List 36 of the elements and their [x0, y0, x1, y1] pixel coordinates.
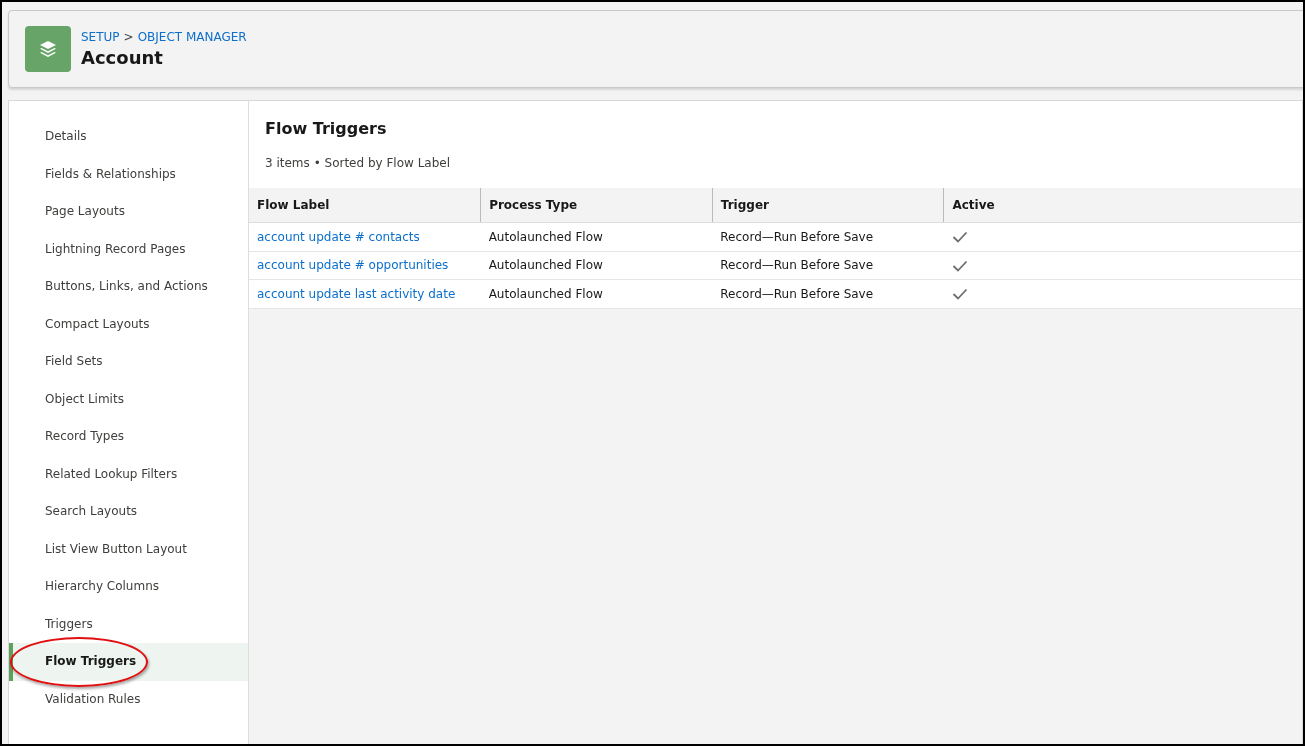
- sidebar-item[interactable]: Details: [9, 118, 248, 156]
- sidebar-item[interactable]: Fields & Relationships: [9, 155, 248, 193]
- sidebar-item[interactable]: Compact Layouts: [9, 305, 248, 343]
- sidebar-item[interactable]: Record Types: [9, 418, 248, 456]
- sidebar-item[interactable]: Object Limits: [9, 380, 248, 418]
- sidebar-item[interactable]: Search Layouts: [9, 493, 248, 531]
- breadcrumb-link[interactable]: OBJECT MANAGER: [137, 28, 247, 47]
- sidebar-item[interactable]: Validation Rules: [9, 680, 248, 718]
- trigger-cell: Record—Run Before Save: [712, 279, 944, 309]
- column-header[interactable]: Process Type: [480, 188, 713, 223]
- sidebar-item[interactable]: Page Layouts: [9, 193, 248, 231]
- sidebar-item[interactable]: List View Button Layout: [9, 530, 248, 568]
- flow-link[interactable]: account update # opportunities: [257, 258, 449, 273]
- sidebar-item[interactable]: Lightning Record Pages: [9, 230, 248, 268]
- trigger-cell: Record—Run Before Save: [712, 251, 944, 280]
- layers-icon: [25, 26, 71, 72]
- section-title: Flow Triggers: [265, 119, 388, 139]
- sidebar-item[interactable]: Flow Triggers: [9, 643, 248, 681]
- breadcrumb-link[interactable]: SETUP: [81, 28, 120, 47]
- sidebar-item[interactable]: Hierarchy Columns: [9, 568, 248, 606]
- process-type-cell: Autolaunched Flow: [480, 222, 713, 252]
- column-header[interactable]: Active: [943, 188, 1302, 223]
- column-header[interactable]: Trigger: [712, 188, 944, 223]
- list-summary: 3 items • Sorted by Flow Label: [265, 155, 452, 173]
- process-type-cell: Autolaunched Flow: [480, 251, 713, 280]
- sidebar-item[interactable]: Triggers: [9, 605, 248, 643]
- sidebar-item[interactable]: Field Sets: [9, 343, 248, 381]
- column-header[interactable]: Flow Label: [249, 188, 481, 223]
- sidebar-item[interactable]: Buttons, Links, and Actions: [9, 268, 248, 306]
- process-type-cell: Autolaunched Flow: [480, 279, 713, 309]
- sidebar-item[interactable]: Related Lookup Filters: [9, 455, 248, 493]
- object-title: Account: [81, 46, 164, 70]
- flow-link[interactable]: account update # contacts: [257, 229, 420, 244]
- breadcrumb-separator: >: [123, 29, 134, 47]
- trigger-cell: Record—Run Before Save: [712, 222, 944, 252]
- flow-link[interactable]: account update last activity date: [257, 286, 456, 301]
